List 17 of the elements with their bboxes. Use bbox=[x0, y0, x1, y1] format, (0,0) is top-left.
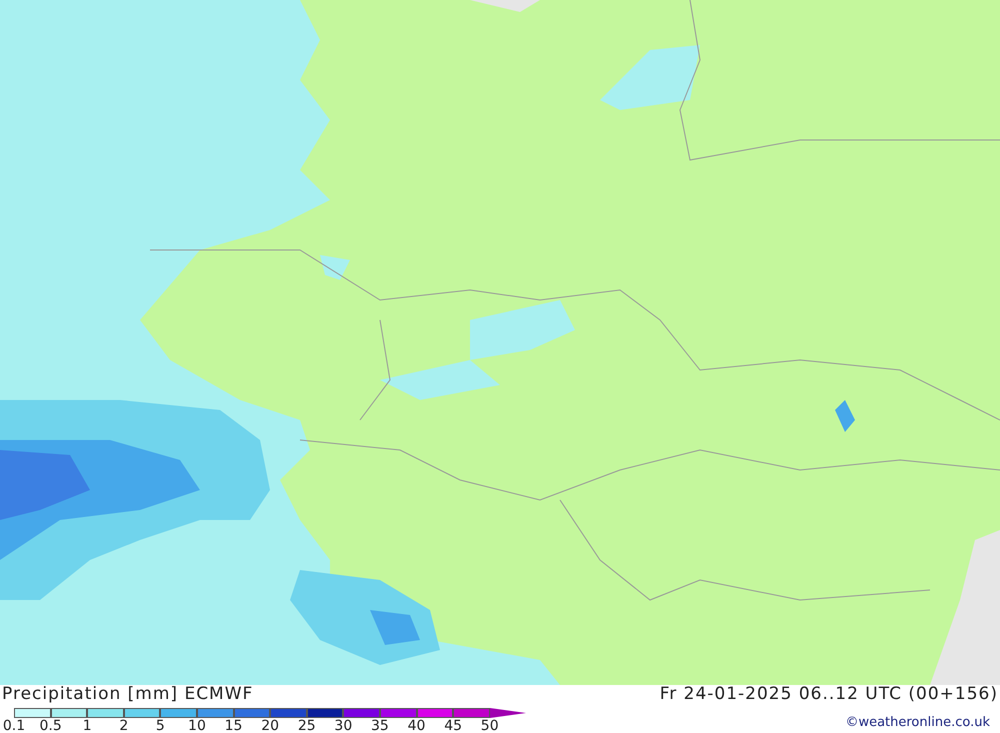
legend-label: 35 bbox=[371, 718, 389, 733]
legend-label: 1 bbox=[82, 718, 92, 733]
legend-label: 10 bbox=[188, 718, 206, 733]
map-title: Precipitation [mm] ECMWF bbox=[2, 683, 254, 706]
legend-label: 45 bbox=[444, 718, 462, 733]
valid-time: Fr 24-01-2025 06..12 UTC (00+156) bbox=[660, 683, 998, 706]
legend-label: 0.5 bbox=[39, 718, 62, 733]
legend-label: 15 bbox=[224, 718, 242, 733]
legend-label: 40 bbox=[408, 718, 426, 733]
legend-label: 2 bbox=[119, 718, 128, 733]
legend-label: 5 bbox=[156, 718, 165, 733]
legend-label: 25 bbox=[298, 718, 316, 733]
legend-label: 50 bbox=[480, 718, 499, 733]
legend-label: 0.1 bbox=[2, 718, 26, 733]
legend-label: 30 bbox=[334, 718, 352, 733]
credit-text: ©weatheronline.co.uk bbox=[845, 714, 991, 732]
legend-label: 20 bbox=[261, 718, 280, 733]
